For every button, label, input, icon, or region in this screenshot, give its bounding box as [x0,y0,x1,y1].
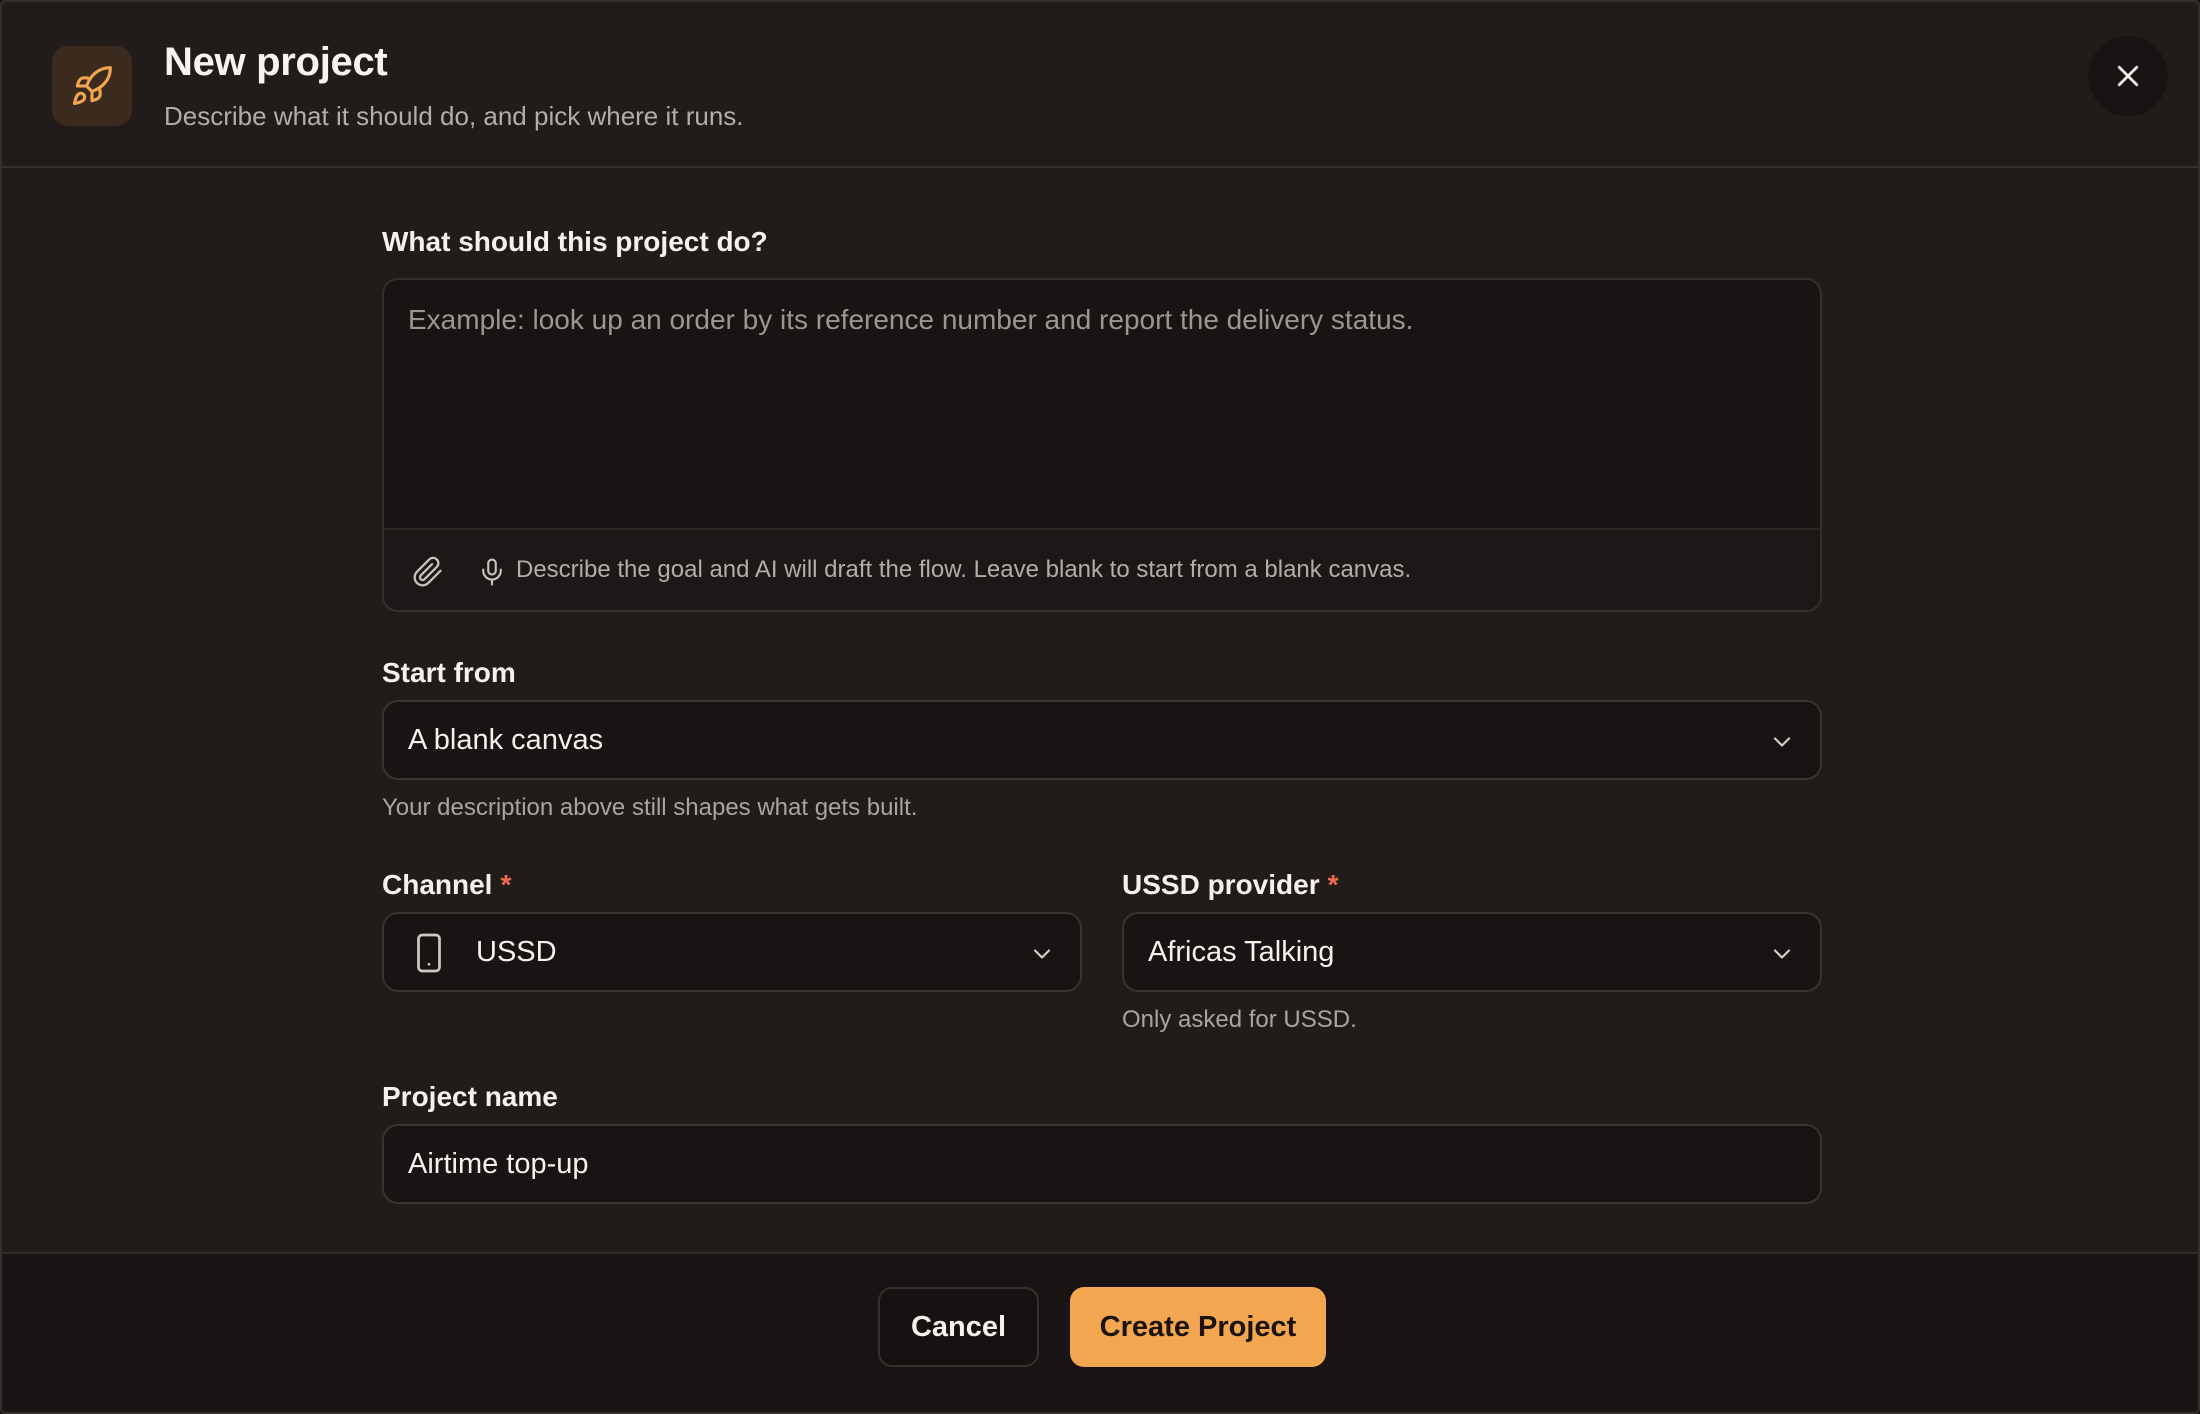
start-from-value: A blank canvas [408,724,604,756]
close-button[interactable] [2088,36,2168,116]
dialog-title: New project [164,40,388,84]
start-from-select[interactable]: A blank canvas [382,700,1822,780]
required-marker: * [1327,869,1339,900]
start-from-help: Your description above still shapes what… [382,794,918,821]
create-project-button[interactable]: Create Project [1070,1287,1326,1367]
microphone-icon[interactable] [472,552,512,592]
chevron-down-icon [1773,949,1791,959]
description-textarea[interactable] [384,280,1820,528]
chevron-down-icon [1773,737,1791,747]
paperclip-icon[interactable] [408,552,448,592]
description-box: Describe the goal and AI will draft the … [382,278,1822,612]
phone-icon [417,933,441,973]
channel-select[interactable]: USSD [382,912,1082,992]
channel-value: USSD [476,936,557,968]
dialog-subtitle: Describe what it should do, and pick whe… [164,101,744,131]
ussd-provider-label-text: USSD provider [1122,869,1320,900]
project-name-label: Project name [382,1081,558,1112]
ussd-provider-select[interactable]: Africas Talking [1122,912,1822,992]
project-name-input[interactable] [382,1124,1822,1204]
start-from-label: Start from [382,657,516,688]
new-project-dialog: New project Describe what it should do, … [0,0,2200,1414]
description-label: What should this project do? [382,226,768,257]
cancel-button[interactable]: Cancel [878,1287,1039,1367]
dialog-footer: Cancel Create Project [2,1252,2198,1412]
ussd-provider-value: Africas Talking [1148,936,1335,968]
channel-label-text: Channel [382,869,493,900]
ussd-provider-label: USSD provider * [1122,869,1339,901]
close-icon [2117,65,2139,87]
channel-label: Channel * [382,869,511,901]
rocket-icon [52,46,132,126]
description-hint: Describe the goal and AI will draft the … [516,556,1412,583]
ussd-provider-help: Only asked for USSD. [1122,1006,1357,1033]
chevron-down-icon [1033,949,1051,959]
required-marker: * [500,869,512,900]
description-toolbar: Describe the goal and AI will draft the … [384,528,1820,610]
dialog-header: New project Describe what it should do, … [2,2,2198,168]
